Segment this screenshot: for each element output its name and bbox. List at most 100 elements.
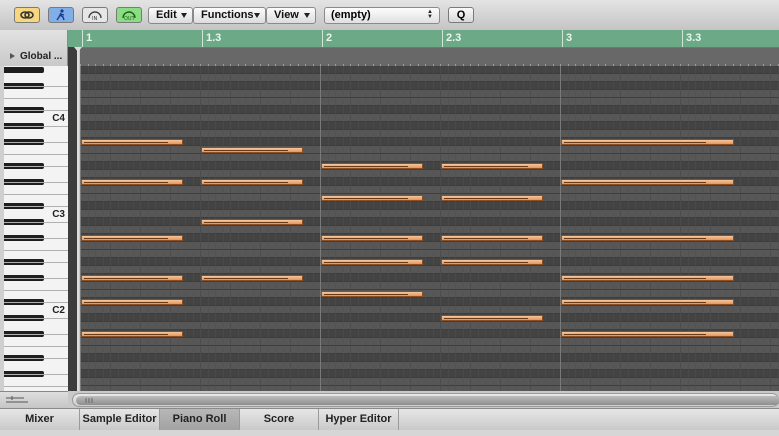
grid-line [620, 66, 621, 391]
midi-in-button[interactable]: IN [82, 7, 108, 23]
white-key-divider [4, 386, 68, 387]
midi-note[interactable] [81, 139, 183, 145]
velocity-line [564, 302, 706, 303]
piano-roll-grid[interactable] [80, 66, 779, 391]
quantize-button[interactable]: Q [448, 7, 474, 23]
scrollbar-thumb[interactable] [76, 396, 779, 405]
grid-line [710, 66, 711, 391]
velocity-line [564, 142, 706, 143]
tab-score[interactable]: Score [240, 409, 319, 431]
grid-line [665, 66, 666, 391]
grid-line [658, 66, 659, 391]
global-tracks-toggle[interactable]: Global ... [0, 30, 68, 66]
grid-line [320, 66, 321, 391]
midi-note[interactable] [561, 299, 734, 305]
functions-menu[interactable]: Functions [193, 7, 266, 24]
horizontal-scrollbar[interactable] [72, 393, 779, 407]
ruler-cycle-area[interactable] [68, 30, 80, 47]
midi-note[interactable] [81, 235, 183, 241]
midi-note[interactable] [561, 139, 734, 145]
global-tracks-label: Global ... [20, 51, 63, 62]
tab-sample-editor[interactable]: Sample Editor [80, 409, 160, 431]
grid-line [485, 66, 486, 391]
midi-note[interactable] [561, 275, 734, 281]
tab-label: Hyper Editor [325, 413, 392, 425]
grid-line [703, 66, 704, 391]
velocity-line [204, 182, 288, 183]
midi-note[interactable] [81, 299, 183, 305]
octave-label: C3 [52, 209, 65, 220]
grid-line [313, 66, 314, 391]
tab-piano-roll[interactable]: Piano Roll [160, 409, 240, 431]
view-menu[interactable]: View [266, 7, 316, 24]
velocity-line [324, 262, 408, 263]
white-key-divider [4, 194, 68, 195]
white-key-divider [4, 142, 68, 143]
white-key-divider [4, 318, 68, 319]
playhead[interactable] [77, 47, 79, 391]
midi-note[interactable] [201, 275, 303, 281]
midi-note[interactable] [81, 179, 183, 185]
white-key-divider [4, 86, 68, 87]
chevron-down-icon [181, 13, 187, 18]
bar-ruler[interactable]: 1 1.3 2 2.3 3 3.3 [80, 30, 779, 48]
grid-line [155, 66, 156, 391]
midi-note[interactable] [441, 235, 543, 241]
grid-line [365, 66, 366, 391]
velocity-line [204, 150, 288, 151]
grid-line [733, 66, 734, 391]
white-key-divider [4, 302, 68, 303]
midi-note[interactable] [81, 331, 183, 337]
midi-note[interactable] [201, 179, 303, 185]
grid-line [358, 66, 359, 391]
midi-note[interactable] [441, 259, 543, 265]
grid-line [223, 66, 224, 391]
midi-note[interactable] [321, 195, 423, 201]
midi-note[interactable] [201, 147, 303, 153]
midi-note[interactable] [201, 219, 303, 225]
grid-line [125, 66, 126, 391]
grid-line [110, 66, 111, 391]
toolbar: IN OUT Edit Functions View (empty) ▲ ▼ Q [0, 0, 779, 31]
white-key-divider [4, 154, 68, 155]
grid-line [643, 66, 644, 391]
grid-line [350, 66, 351, 391]
tab-mixer[interactable]: Mixer [0, 409, 80, 431]
grid-line [770, 66, 771, 391]
midi-note[interactable] [561, 331, 734, 337]
grid-line [178, 66, 179, 391]
grid-line [343, 66, 344, 391]
edit-menu[interactable]: Edit [148, 7, 193, 24]
grid-line [725, 66, 726, 391]
midi-note[interactable] [321, 163, 423, 169]
midi-note[interactable] [81, 275, 183, 281]
midi-note[interactable] [441, 163, 543, 169]
velocity-line [204, 278, 288, 279]
functions-menu-label: Functions [201, 9, 254, 21]
midi-note[interactable] [561, 179, 734, 185]
midi-note[interactable] [321, 235, 423, 241]
midi-out-button[interactable]: OUT [116, 7, 142, 23]
white-key-divider [4, 110, 68, 111]
midi-note[interactable] [441, 195, 543, 201]
link-button[interactable] [14, 7, 40, 23]
velocity-line [324, 198, 408, 199]
grid-line [598, 66, 599, 391]
black-key[interactable] [4, 67, 44, 73]
midi-note[interactable] [321, 259, 423, 265]
grid-line [590, 66, 591, 391]
piano-keyboard[interactable]: C4C3C2C1 [4, 66, 69, 391]
white-key-divider [4, 262, 68, 263]
tab-label: Score [263, 413, 295, 425]
grid-line [133, 66, 134, 391]
white-key-divider [4, 278, 68, 279]
quantize-popup[interactable]: (empty) ▲ ▼ [324, 7, 440, 24]
midi-note[interactable] [441, 315, 543, 321]
midi-note[interactable] [321, 291, 423, 297]
grid-line [118, 66, 119, 391]
tab-hyper-editor[interactable]: Hyper Editor [319, 409, 399, 431]
zoom-control[interactable] [0, 391, 68, 409]
catch-button[interactable] [48, 7, 74, 23]
midi-note[interactable] [561, 235, 734, 241]
grid-line [283, 66, 284, 391]
